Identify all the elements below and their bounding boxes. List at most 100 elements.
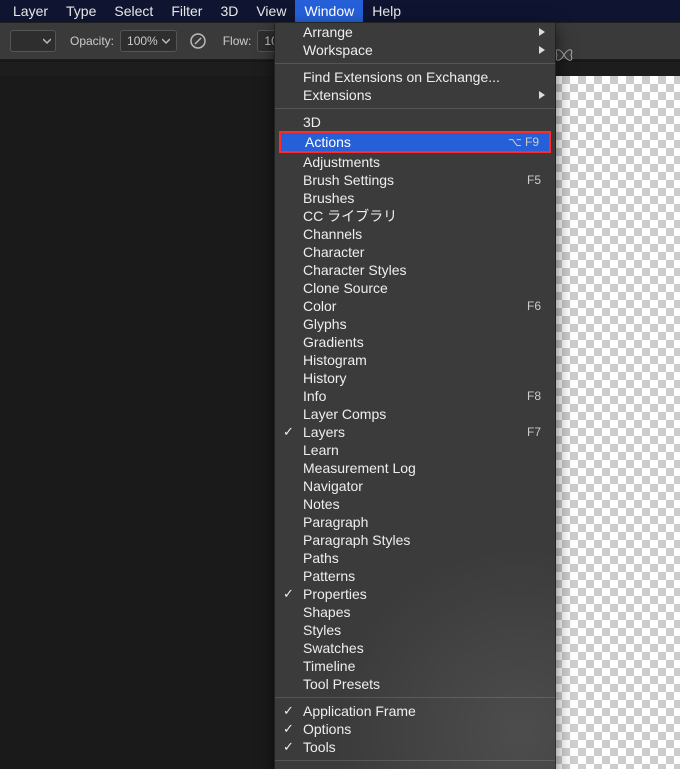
menu-item-gradients[interactable]: Gradients [275,333,555,351]
shortcut-label: F6 [527,297,541,315]
menu-item-workspace[interactable]: Workspace [275,41,555,59]
menu-item-label: CC ライブラリ [303,208,397,224]
opacity-label: Opacity: [70,34,114,48]
menu-item-paragraph-styles[interactable]: Paragraph Styles [275,531,555,549]
flow-label: Flow: [223,34,252,48]
menu-item-tools[interactable]: ✓Tools [275,738,555,756]
menu-item-character[interactable]: Character [275,243,555,261]
pressure-opacity-icon[interactable] [187,30,209,52]
menu-item-paths[interactable]: Paths [275,549,555,567]
shortcut-label: F7 [527,423,541,441]
menu-help[interactable]: Help [363,0,410,22]
menu-3d[interactable]: 3D [211,0,247,22]
shortcut-label: ⌥ F9 [508,133,539,151]
menu-item-label: Brush Settings [303,172,394,188]
menu-item-label: Character Styles [303,262,406,278]
menu-item-properties[interactable]: ✓ Properties [275,585,555,603]
menu-item-find-extensions-on-exchange-[interactable]: Find Extensions on Exchange... [275,68,555,86]
menu-window[interactable]: Window [295,0,363,22]
menu-item-label: Color [303,298,336,314]
menu-item-label: Arrange [303,24,353,40]
menu-layer[interactable]: Layer [4,0,57,22]
menu-item-label: Learn [303,442,339,458]
check-icon: ✓ [283,720,294,738]
menu-item-label: Tools [303,739,336,755]
menu-item-glyphs[interactable]: Glyphs [275,315,555,333]
menu-item-extensions[interactable]: Extensions [275,86,555,104]
menu-item-clone-source[interactable]: Clone Source [275,279,555,297]
menu-item-measurement-log[interactable]: Measurement Log [275,459,555,477]
menu-item-options[interactable]: ✓ Options [275,720,555,738]
menu-item-navigator[interactable]: Navigator [275,477,555,495]
menu-view[interactable]: View [247,0,295,22]
menu-item-3d[interactable]: 3D [275,113,555,131]
menu-item-9-3-jpeg[interactable]: ✓9 (3).jpeg [275,765,555,769]
menu-item-tool-presets[interactable]: Tool Presets [275,675,555,693]
menu-separator [275,697,555,698]
menu-item-label: Shapes [303,604,350,620]
menu-item-color[interactable]: Color F6 [275,297,555,315]
menu-item-styles[interactable]: Styles [275,621,555,639]
app-menubar: LayerTypeSelectFilter3DViewWindowHelp [0,0,680,22]
menu-item-label: Workspace [303,42,373,58]
menu-item-paragraph[interactable]: Paragraph [275,513,555,531]
menu-item-character-styles[interactable]: Character Styles [275,261,555,279]
check-icon: ✓ [283,765,294,769]
menu-item-notes[interactable]: Notes [275,495,555,513]
menu-item-label: History [303,370,347,386]
menu-type[interactable]: Type [57,0,105,22]
menu-item-layer-comps[interactable]: Layer Comps [275,405,555,423]
menu-item-arrange[interactable]: Arrange [275,23,555,41]
opacity-value[interactable]: 100% [120,30,177,52]
menu-item-label: Gradients [303,334,364,350]
menu-item-channels[interactable]: Channels [275,225,555,243]
menu-item-info[interactable]: InfoF8 [275,387,555,405]
menu-item-application-frame[interactable]: ✓ Application Frame [275,702,555,720]
menu-item-swatches[interactable]: Swatches [275,639,555,657]
check-icon: ✓ [283,423,294,441]
menu-item-label: Character [303,244,364,260]
menu-item-history[interactable]: History [275,369,555,387]
menu-item-histogram[interactable]: Histogram [275,351,555,369]
menu-item-label: Adjustments [303,154,380,170]
menu-item-cc-[interactable]: CC ライブラリ [275,207,555,225]
menu-item-learn[interactable]: Learn [275,441,555,459]
submenu-arrow-icon [539,91,545,99]
opacity-value-text: 100% [127,34,158,48]
menu-select[interactable]: Select [105,0,162,22]
menu-item-shapes[interactable]: Shapes [275,603,555,621]
menu-item-label: Paragraph Styles [303,532,410,548]
transparency-region [554,76,680,769]
menu-item-patterns[interactable]: Patterns [275,567,555,585]
menu-item-label: Properties [303,586,367,602]
menu-item-label: Paragraph [303,514,368,530]
butterfly-icon [554,46,574,69]
menu-item-label: Notes [303,496,340,512]
check-icon: ✓ [283,702,294,720]
menu-item-label: Navigator [303,478,363,494]
menu-item-actions[interactable]: Actions⌥ F9 [275,131,555,153]
menu-item-brush-settings[interactable]: Brush Settings F5 [275,171,555,189]
menu-item-label: Glyphs [303,316,347,332]
chevron-down-icon [43,37,51,45]
menu-item-timeline[interactable]: Timeline [275,657,555,675]
menu-filter[interactable]: Filter [162,0,211,22]
submenu-arrow-icon [539,28,545,36]
menu-item-label: Measurement Log [303,460,416,476]
menu-item-label: Styles [303,622,341,638]
brush-preset-picker[interactable] [10,30,56,52]
menu-item-adjustments[interactable]: Adjustments [275,153,555,171]
menu-item-layers[interactable]: ✓ Layers F7 [275,423,555,441]
menu-item-label: Options [303,721,351,737]
menu-separator [275,108,555,109]
check-icon: ✓ [283,585,294,603]
menu-item-label: Histogram [303,352,367,368]
menu-item-label: Application Frame [303,703,416,719]
shortcut-label: F5 [527,171,541,189]
menu-item-label: Swatches [303,640,364,656]
menu-item-brushes[interactable]: Brushes [275,189,555,207]
menu-item-label: Paths [303,550,339,566]
menu-item-label: Info [303,388,326,404]
menu-item-label: Find Extensions on Exchange... [303,69,500,85]
menu-item-label: Layers [303,424,345,440]
